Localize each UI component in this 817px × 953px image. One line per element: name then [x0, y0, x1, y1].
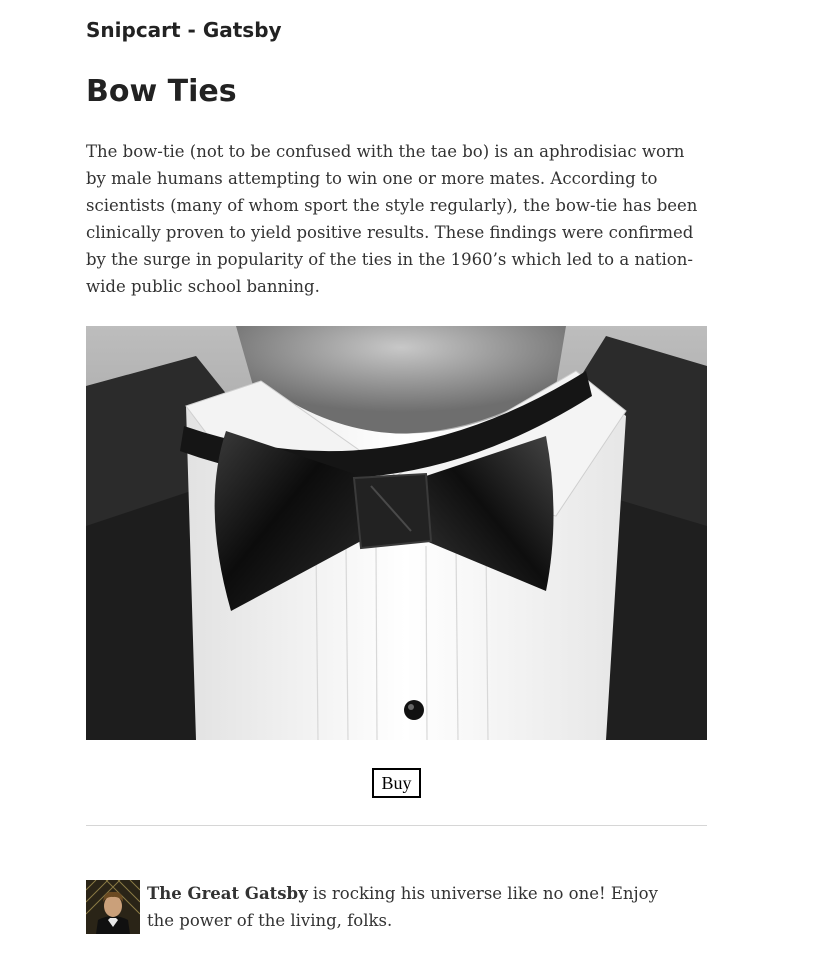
buy-button[interactable]: Buy [372, 768, 421, 798]
avatar [86, 880, 140, 934]
page-title: Bow Ties [86, 74, 237, 109]
bio-name: The Great Gatsby [147, 884, 308, 903]
divider [86, 825, 707, 826]
site-title[interactable]: Snipcart - Gatsby [86, 16, 282, 44]
product-image [86, 326, 707, 740]
buy-container: Buy [86, 768, 707, 798]
bio-text: The Great Gatsby is rocking his universe… [147, 880, 687, 934]
product-description: The bow-tie (not to be confused with the… [86, 142, 698, 296]
